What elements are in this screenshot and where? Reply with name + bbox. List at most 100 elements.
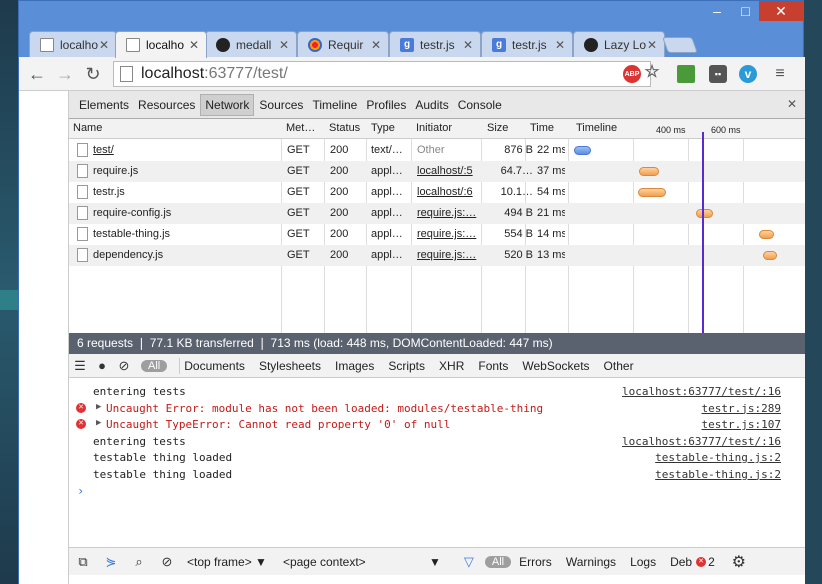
tab-profiles[interactable]: Profiles bbox=[362, 95, 410, 115]
close-icon[interactable]: ✕ bbox=[188, 38, 200, 52]
forward-arrow-icon[interactable]: → bbox=[53, 62, 77, 86]
filter-images[interactable]: Images bbox=[335, 359, 374, 373]
filter-documents[interactable]: Documents bbox=[184, 359, 245, 373]
reload-icon[interactable]: ↻ bbox=[81, 62, 105, 86]
filter-scripts[interactable]: Scripts bbox=[388, 359, 425, 373]
console-source-link[interactable]: localhost:63777/test/:16 bbox=[622, 385, 781, 398]
table-row[interactable]: testable-thing.js GET 200 appl… require.… bbox=[69, 224, 805, 245]
console-source-link[interactable]: testr.js:289 bbox=[702, 402, 781, 415]
tab-network[interactable]: Network bbox=[200, 93, 255, 116]
request-initiator[interactable]: require.js:… bbox=[417, 249, 479, 261]
error-icon: ✕ bbox=[76, 419, 86, 429]
frame-select[interactable]: <top frame> ▼ bbox=[187, 555, 267, 569]
tab-elements[interactable]: Elements bbox=[75, 95, 133, 115]
gear-icon[interactable]: ⚙ bbox=[725, 552, 753, 572]
tab-timeline[interactable]: Timeline bbox=[308, 95, 361, 115]
tab-sources[interactable]: Sources bbox=[255, 95, 307, 115]
table-row[interactable]: test/ GET 200 text/… Other 876 B 22 ms bbox=[69, 140, 805, 161]
console-source-link[interactable]: testable-thing.js:2 bbox=[655, 468, 781, 481]
request-time: 37 ms bbox=[537, 165, 565, 177]
devtools: Elements Resources Network Sources Timel… bbox=[69, 91, 805, 584]
request-initiator[interactable]: localhost/:6 bbox=[417, 186, 479, 198]
bookmark-star-icon[interactable]: ☆ bbox=[643, 62, 661, 81]
menu-icon[interactable]: ≡ bbox=[771, 65, 789, 83]
tab-2[interactable]: medall ✕ bbox=[205, 31, 297, 57]
level-errors[interactable]: Errors bbox=[519, 555, 552, 569]
network-header: Name Met… Status Type Initiator Size Tim… bbox=[69, 119, 805, 139]
expand-triangle-icon[interactable]: ▶ bbox=[96, 418, 101, 428]
close-icon[interactable]: ✕ bbox=[278, 38, 290, 52]
filter-websockets[interactable]: WebSockets bbox=[522, 359, 589, 373]
tab-5[interactable]: g testr.js ✕ bbox=[481, 31, 573, 57]
filter-xhr[interactable]: XHR bbox=[439, 359, 464, 373]
request-initiator[interactable]: require.js:… bbox=[417, 228, 479, 240]
extension-icon[interactable]: ▪▪ bbox=[709, 65, 727, 83]
close-icon[interactable]: ✕ bbox=[554, 38, 566, 52]
console-source-link[interactable]: testr.js:107 bbox=[702, 418, 781, 431]
request-initiator[interactable]: localhost/:5 bbox=[417, 165, 479, 177]
tab-console[interactable]: Console bbox=[454, 95, 506, 115]
clear-icon[interactable]: ⊘ bbox=[153, 554, 181, 570]
tab-audits[interactable]: Audits bbox=[411, 95, 452, 115]
tab-3[interactable]: Requir ✕ bbox=[297, 31, 389, 57]
level-all[interactable]: All bbox=[484, 555, 512, 568]
record-icon[interactable]: ● bbox=[91, 358, 113, 373]
tab-6[interactable]: Lazy Lo ✕ bbox=[573, 31, 665, 57]
console-message: testable thing loaded bbox=[93, 451, 233, 464]
level-warnings[interactable]: Warnings bbox=[566, 555, 616, 569]
console-source-link[interactable]: testable-thing.js:2 bbox=[655, 451, 781, 464]
filter-other[interactable]: Other bbox=[604, 359, 634, 373]
header-initiator[interactable]: Initiator bbox=[416, 122, 452, 134]
table-row[interactable]: testr.js GET 200 appl… localhost/:6 10.1… bbox=[69, 182, 805, 203]
console-drawer-icon[interactable]: ⋟ bbox=[97, 554, 125, 570]
close-icon[interactable]: ✕ bbox=[787, 97, 797, 111]
header-time[interactable]: Time bbox=[530, 122, 554, 134]
maximize-button[interactable]: □ bbox=[732, 1, 759, 21]
search-icon[interactable]: ⌕ bbox=[125, 554, 153, 570]
console-source-link[interactable]: localhost:63777/test/:16 bbox=[622, 435, 781, 448]
header-status[interactable]: Status bbox=[329, 122, 360, 134]
list-icon[interactable]: ☰ bbox=[69, 358, 91, 374]
address-bar[interactable]: localhost:63777/test/ bbox=[113, 61, 651, 87]
dock-icon[interactable]: ⧉ bbox=[69, 554, 97, 570]
minimize-button[interactable]: – bbox=[702, 1, 732, 21]
level-debug[interactable]: Deb bbox=[670, 555, 692, 569]
extension-icon[interactable] bbox=[677, 65, 695, 83]
tab-resources[interactable]: Resources bbox=[134, 95, 199, 115]
context-select[interactable]: <page context> ▼ bbox=[283, 555, 441, 569]
header-size[interactable]: Size bbox=[487, 122, 508, 134]
clear-icon[interactable]: ⊘ bbox=[113, 358, 135, 374]
request-method: GET bbox=[287, 144, 310, 156]
header-name[interactable]: Name bbox=[73, 122, 102, 134]
close-icon[interactable]: ✕ bbox=[462, 38, 474, 52]
tab-4[interactable]: g testr.js ✕ bbox=[389, 31, 481, 57]
filter-all[interactable]: All bbox=[141, 359, 168, 372]
new-tab-button[interactable] bbox=[662, 37, 698, 53]
table-row[interactable]: dependency.js GET 200 appl… require.js:…… bbox=[69, 245, 805, 266]
level-logs[interactable]: Logs bbox=[630, 555, 656, 569]
adblock-icon[interactable]: ABP bbox=[623, 65, 641, 83]
filter-fonts[interactable]: Fonts bbox=[478, 359, 508, 373]
close-icon[interactable]: ✕ bbox=[370, 38, 382, 52]
table-row[interactable]: require.js GET 200 appl… localhost/:5 64… bbox=[69, 161, 805, 182]
close-icon[interactable]: ✕ bbox=[646, 38, 658, 52]
expand-triangle-icon[interactable]: ▶ bbox=[96, 402, 101, 412]
header-timeline[interactable]: Timeline bbox=[576, 122, 617, 134]
table-row[interactable]: require-config.js GET 200 appl… require.… bbox=[69, 203, 805, 224]
header-method[interactable]: Met… bbox=[286, 122, 315, 134]
request-type: appl… bbox=[371, 186, 403, 198]
request-status: 200 bbox=[330, 144, 349, 156]
close-icon[interactable]: ✕ bbox=[98, 38, 110, 52]
window-close-button[interactable]: ✕ bbox=[759, 1, 803, 21]
header-type[interactable]: Type bbox=[371, 122, 395, 134]
request-time: 54 ms bbox=[537, 186, 565, 198]
request-time: 14 ms bbox=[537, 228, 565, 240]
tab-0[interactable]: localho ✕ bbox=[29, 31, 117, 57]
request-initiator[interactable]: require.js:… bbox=[417, 207, 479, 219]
console-prompt[interactable]: › bbox=[77, 484, 84, 498]
extension-icon[interactable]: v bbox=[739, 65, 757, 83]
tab-1[interactable]: localho ✕ bbox=[115, 31, 207, 58]
filter-icon[interactable]: ▽ bbox=[455, 554, 483, 570]
back-arrow-icon[interactable]: ← bbox=[25, 62, 49, 86]
filter-stylesheets[interactable]: Stylesheets bbox=[259, 359, 321, 373]
